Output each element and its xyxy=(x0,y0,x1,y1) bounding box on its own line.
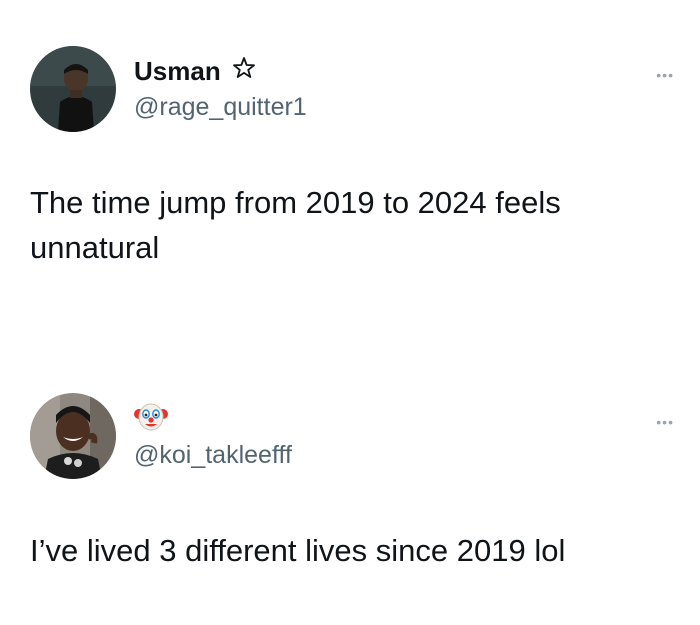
tweet-2: @koi_takleefff ••• I’ve lived 3 differen… xyxy=(0,300,700,625)
avatar[interactable] xyxy=(30,46,116,132)
more-options-icon[interactable]: ••• xyxy=(656,68,674,82)
star-outline-icon xyxy=(232,56,256,86)
avatar[interactable] xyxy=(30,393,116,479)
user-handle[interactable]: @rage_quitter1 xyxy=(134,92,307,122)
user-handle[interactable]: @koi_takleefff xyxy=(134,440,292,470)
more-options-icon[interactable]: ••• xyxy=(656,415,674,429)
clown-face-icon xyxy=(134,402,168,437)
tweet-text: I’ve lived 3 different lives since 2019 … xyxy=(30,533,566,568)
tweet-text: The time jump from 2019 to 2024 feels un… xyxy=(30,185,561,265)
tweet-1: Usman @rage_quitter1 ••• The time jump f… xyxy=(0,0,700,300)
display-name[interactable]: Usman xyxy=(134,56,221,86)
display-name-row: Usman xyxy=(134,56,256,86)
